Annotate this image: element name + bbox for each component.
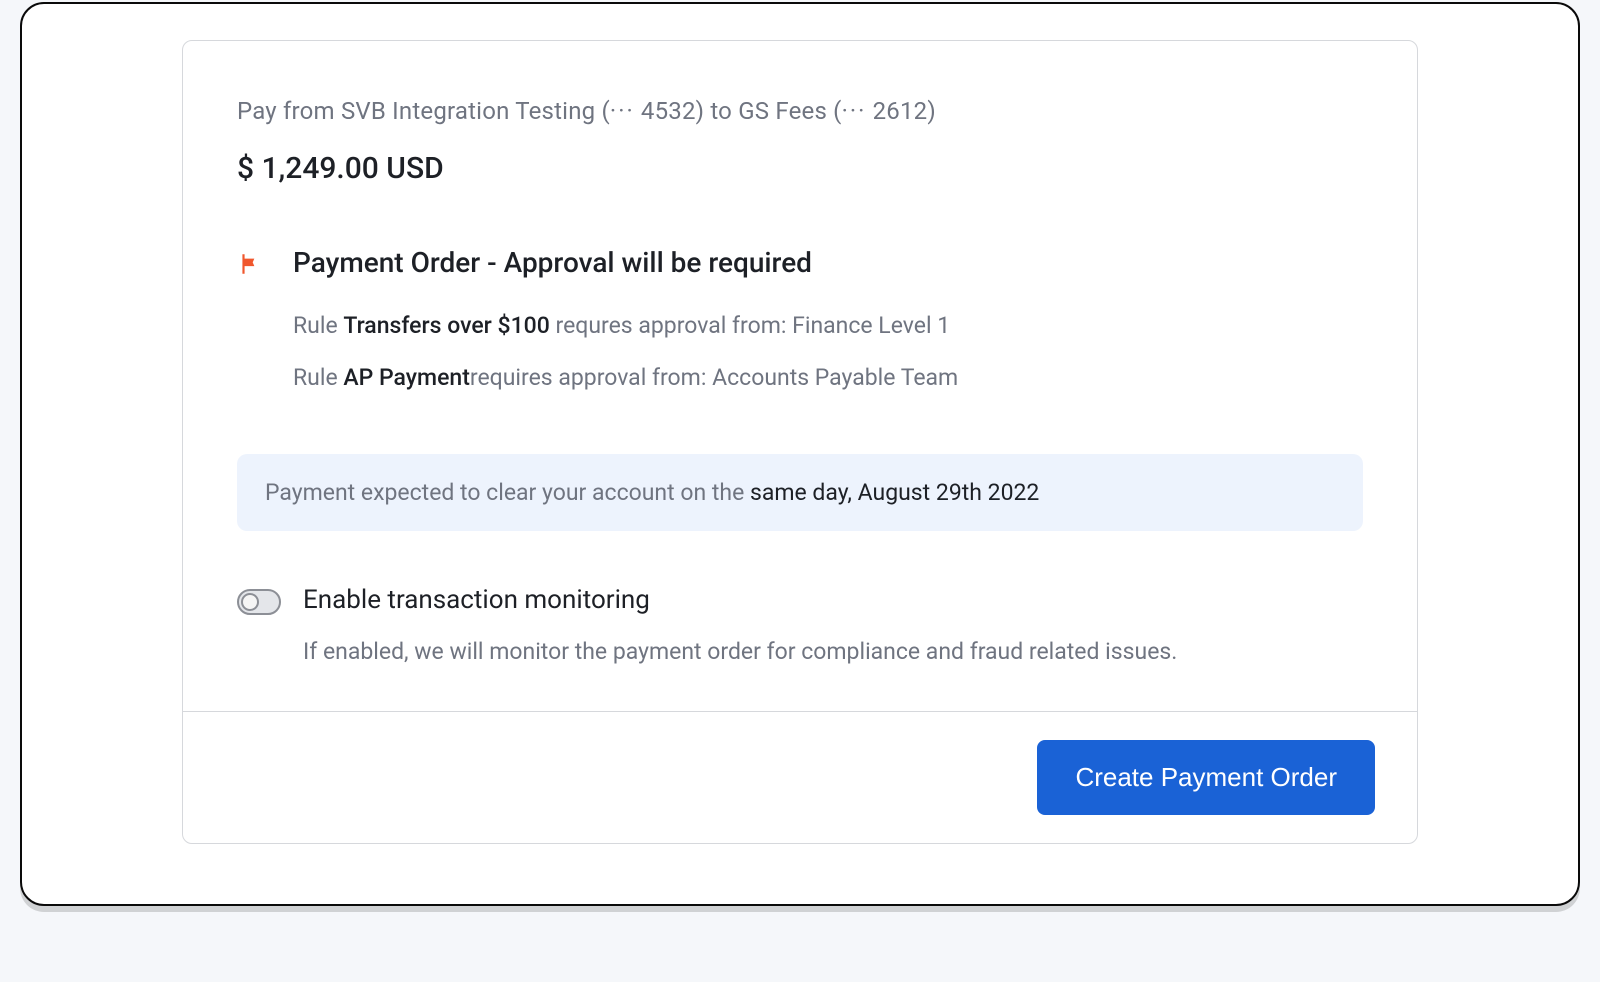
approval-section: Payment Order - Approval will be require… — [237, 246, 1363, 414]
monitoring-text: Enable transaction monitoring If enabled… — [303, 585, 1177, 670]
create-payment-order-button[interactable]: Create Payment Order — [1037, 740, 1375, 815]
card-footer: Create Payment Order — [183, 711, 1417, 843]
toggle-knob — [241, 593, 259, 611]
rule-name: Transfers over $100 — [343, 312, 549, 339]
flag-icon — [237, 250, 263, 282]
to-account-name: GS Fees — [738, 97, 827, 125]
payment-amount: $ 1,249.00 USD — [237, 151, 1363, 186]
expected-prefix: Payment expected to clear your account o… — [265, 479, 750, 506]
to-mask-open: ( — [827, 97, 842, 125]
monitoring-description: If enabled, we will monitor the payment … — [303, 635, 1177, 670]
rule-suffix: requires approval from: Accounts Payable… — [470, 364, 958, 391]
to-mask-dots: ··· — [842, 97, 867, 125]
from-account-name: SVB Integration Testing — [341, 97, 595, 125]
expected-date: same day, August 29th 2022 — [750, 479, 1039, 506]
pay-prefix: Pay from — [237, 97, 341, 125]
from-mask-open: ( — [595, 97, 610, 125]
to-prefix: to — [704, 97, 738, 125]
dialog-frame: Pay from SVB Integration Testing (··· 45… — [20, 2, 1580, 906]
approval-content: Payment Order - Approval will be require… — [293, 246, 958, 414]
approval-rules: Rule Transfers over $100 requres approva… — [293, 309, 958, 396]
rule-prefix: Rule — [293, 312, 343, 339]
rule-prefix: Rule — [293, 364, 343, 391]
monitoring-title: Enable transaction monitoring — [303, 585, 1177, 615]
monitoring-toggle[interactable] — [237, 589, 281, 615]
rule-suffix: requres approval from: Finance Level 1 — [550, 312, 950, 339]
approval-rule: Rule AP Paymentrequires approval from: A… — [293, 361, 958, 396]
expected-clear-info: Payment expected to clear your account o… — [237, 454, 1363, 531]
to-mask-number: 2612) — [866, 97, 935, 125]
from-mask-dots: ··· — [610, 97, 635, 125]
payment-card: Pay from SVB Integration Testing (··· 45… — [182, 40, 1418, 844]
approval-title: Payment Order - Approval will be require… — [293, 246, 958, 279]
payment-summary-line: Pay from SVB Integration Testing (··· 45… — [237, 95, 1363, 129]
monitoring-section: Enable transaction monitoring If enabled… — [237, 585, 1363, 670]
from-mask-number: 4532) — [635, 97, 704, 125]
rule-name: AP Payment — [343, 364, 470, 391]
card-body: Pay from SVB Integration Testing (··· 45… — [183, 41, 1417, 711]
approval-rule: Rule Transfers over $100 requres approva… — [293, 309, 958, 344]
